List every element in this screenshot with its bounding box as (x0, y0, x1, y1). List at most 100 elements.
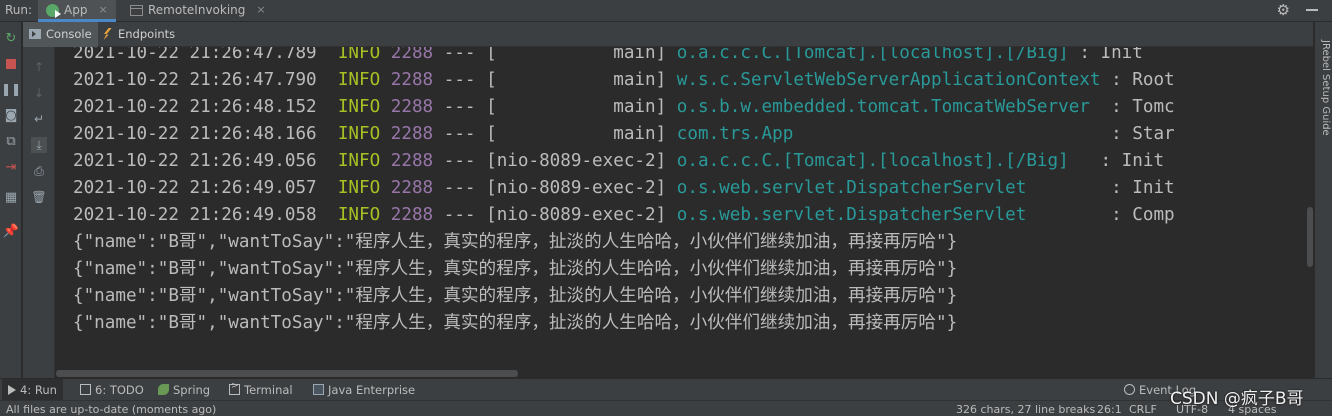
tab-endpoints-label: Endpoints (118, 27, 176, 41)
run-controls-strip: ↻ ❚❚ ◙ ⧉ ⇥ ▦ 📌 (0, 22, 22, 378)
log-level: INFO (337, 124, 381, 144)
tab-app[interactable]: App × (38, 0, 116, 22)
tab-remoteinvoking[interactable]: RemoteInvoking × (122, 0, 274, 22)
log-pid: 2288 (390, 151, 434, 171)
tab-java-enterprise-label: Java Enterprise (328, 383, 416, 397)
log-thread: [nio-8089-exec-2] (486, 205, 667, 225)
log-pid: 2288 (390, 124, 434, 144)
tab-run-label: 4: Run (20, 383, 57, 397)
log-timestamp: 2021-10-22 21:26:48.152 (73, 97, 317, 117)
tab-terminal[interactable]: Terminal (223, 379, 299, 401)
log-message: : Init (1100, 151, 1165, 171)
log-thread: [nio-8089-exec-2] (486, 178, 667, 198)
event-log-icon (1124, 384, 1135, 395)
tab-run[interactable]: 4: Run (2, 379, 63, 401)
run-icon (8, 385, 16, 395)
horizontal-scrollbar[interactable] (56, 369, 1318, 378)
log-logger: o.s.web.servlet.DispatcherServlet (676, 205, 1101, 225)
run-label: Run: (5, 3, 33, 17)
log-message: : Init (1111, 178, 1175, 198)
scroll-up-icon[interactable]: ↑ (31, 59, 47, 75)
log-thread: [ main] (486, 70, 667, 90)
log-thread: [ main] (486, 124, 667, 144)
camera-icon[interactable]: ◙ (3, 107, 19, 123)
log-separator: --- (443, 47, 476, 63)
log-message: : Star (1111, 124, 1175, 144)
log-pid: 2288 (390, 205, 434, 225)
log-timestamp: 2021-10-22 21:26:49.057 (73, 178, 317, 198)
soft-wrap-icon[interactable]: ↵ (31, 111, 47, 127)
log-message: : Tomc (1111, 97, 1175, 117)
minimize-icon[interactable] (1306, 9, 1318, 11)
log-thread: [ main] (486, 47, 667, 63)
log-logger: o.a.c.c.C.[Tomcat].[localhost].[/Big] (676, 151, 1090, 171)
vertical-scrollbar[interactable] (1306, 47, 1314, 369)
tab-endpoints[interactable]: Endpoints (95, 22, 181, 47)
tab-console-label: Console (46, 27, 92, 41)
json-output-line: {"name":"B哥","wantToSay":"程序人生，真实的程序，扯淡的… (73, 259, 958, 279)
log-logger: w.s.c.ServletWebServerApplicationContext (676, 70, 1101, 90)
stop-icon[interactable] (3, 56, 19, 72)
log-pid: 2288 (390, 47, 434, 63)
log-line: 2021-10-22 21:26:47.790 INFO 2288 --- [ … (73, 67, 1175, 94)
status-position[interactable]: 26:1 (1097, 403, 1122, 416)
jrebel-setup-guide-tab[interactable]: JRebel Setup Guide (1320, 40, 1331, 136)
log-pid: 2288 (390, 70, 434, 90)
log-line: 2021-10-22 21:26:49.056 INFO 2288 --- [n… (73, 148, 1175, 175)
log-pid: 2288 (390, 97, 434, 117)
tab-console[interactable]: Console (23, 22, 98, 47)
console-subtabs: Console Endpoints (23, 22, 1313, 47)
log-message: : Root (1111, 70, 1175, 90)
log-separator: --- (443, 97, 476, 117)
log-pid: 2288 (390, 178, 434, 198)
run-tab-bar: Run: App × RemoteInvoking × ⚙ (0, 0, 1332, 22)
json-output-line: {"name":"B哥","wantToSay":"程序人生，真实的程序，扯淡的… (73, 313, 958, 333)
pin-icon[interactable]: 📌 (3, 223, 19, 239)
log-timestamp: 2021-10-22 21:26:49.056 (73, 151, 317, 171)
log-separator: --- (443, 178, 476, 198)
print-icon[interactable]: ⎙ (31, 163, 47, 179)
log-logger: o.s.web.servlet.DispatcherServlet (676, 178, 1101, 198)
log-logger: com.trs.App (676, 124, 1101, 144)
status-bar: All files are up-to-date (moments ago) 3… (0, 400, 1332, 416)
status-chars: 326 chars, 27 line breaks (956, 403, 1096, 416)
tab-terminal-label: Terminal (244, 383, 293, 397)
tab-spring[interactable]: Spring (152, 379, 216, 401)
log-timestamp: 2021-10-22 21:26:49.058 (73, 205, 317, 225)
tab-spring-label: Spring (173, 383, 211, 397)
log-level: INFO (337, 47, 381, 63)
console-output[interactable]: 2021-10-22 21:26:47.789 INFO 2288 --- [ … (56, 47, 1318, 369)
log-level: INFO (337, 97, 381, 117)
log-level: INFO (337, 70, 381, 90)
json-output-line: {"name":"B哥","wantToSay":"程序人生，真实的程序，扯淡的… (73, 286, 958, 306)
exit-icon[interactable]: ⇥ (3, 159, 19, 175)
tab-todo[interactable]: 6: TODO (74, 379, 150, 401)
clear-all-icon[interactable]: 🗑 (31, 189, 47, 205)
tool-window-bar: 4: Run 6: TODO Spring Terminal Java Ente… (0, 378, 1332, 401)
terminal-icon (229, 381, 240, 395)
close-icon[interactable]: × (256, 3, 265, 16)
scroll-to-end-icon[interactable]: ⤓ (31, 137, 47, 153)
log-message: : Comp (1111, 205, 1175, 225)
csdn-watermark: CSDN @疯子B哥 (1170, 389, 1304, 409)
restore-layout-icon[interactable]: ⧉ (3, 133, 19, 149)
tab-java-enterprise[interactable]: Java Enterprise (307, 379, 421, 401)
endpoints-icon (101, 28, 113, 40)
log-line: 2021-10-22 21:26:48.166 INFO 2288 --- [ … (73, 121, 1175, 148)
rerun-icon[interactable]: ↻ (3, 30, 19, 46)
spring-run-icon (46, 4, 61, 18)
layout-icon[interactable]: ▦ (3, 189, 19, 205)
scroll-down-icon[interactable]: ↓ (31, 85, 47, 101)
log-logger: o.s.b.w.embedded.tomcat.TomcatWebServer (676, 97, 1101, 117)
status-line-separator[interactable]: CRLF (1129, 403, 1157, 416)
right-tool-strip: JRebel Setup Guide (1314, 22, 1332, 378)
log-separator: --- (443, 151, 476, 171)
gear-icon[interactable]: ⚙ (1277, 1, 1290, 19)
log-line: 2021-10-22 21:26:48.152 INFO 2288 --- [ … (73, 94, 1175, 121)
pause-icon[interactable]: ❚❚ (1, 81, 21, 97)
close-icon[interactable]: × (98, 3, 107, 16)
application-window-icon (130, 5, 143, 16)
log-thread: [nio-8089-exec-2] (486, 151, 667, 171)
console-icon (29, 29, 41, 39)
java-enterprise-icon (313, 384, 324, 395)
